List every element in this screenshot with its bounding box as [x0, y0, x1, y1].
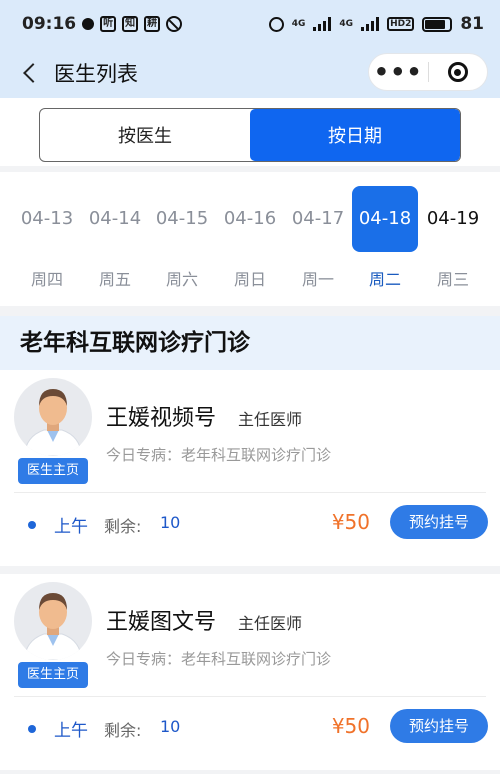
book-appointment-button[interactable]: 预约挂号: [390, 505, 488, 539]
weekday-label: 周五: [98, 270, 131, 289]
doctor-home-button[interactable]: 医生主页: [18, 458, 88, 484]
weekday-label: 周日: [233, 270, 266, 289]
remaining-label: 剩余:: [104, 721, 142, 740]
doctor-title: 主任医师: [238, 614, 303, 633]
chat-bubble-icon: [82, 18, 95, 30]
period-label: 上午: [54, 721, 88, 741]
weekday-label: 周四: [30, 270, 63, 289]
tab-bar: 按医生 按日期: [0, 98, 500, 166]
date-label: 04-13: [20, 208, 74, 229]
price: ¥50: [331, 510, 370, 534]
alarm-icon: [268, 16, 284, 32]
hd-icon: HD2: [387, 17, 415, 31]
app-notification-icon-1: 听: [100, 16, 117, 32]
network-label-1: 4G: [291, 19, 306, 29]
date-label: 04-17: [291, 208, 345, 229]
miniprogram-capsule: •••: [368, 53, 488, 91]
schedule-row: 上午 剩余: 10 ¥50 预约挂号: [0, 498, 500, 552]
schedule-row: 上午 剩余: 10 ¥50 预约挂号: [0, 702, 500, 756]
status-bar: 09:16 听 知 耕 4G 4G HD2 81: [0, 0, 500, 48]
page-title: 医生列表: [54, 62, 138, 86]
date-label: 04-16: [223, 208, 277, 229]
doctor-home-button[interactable]: 医生主页: [18, 662, 88, 688]
signal-icon-1: [313, 17, 332, 31]
date-item[interactable]: 04-13 周四: [14, 186, 80, 304]
battery-icon: [422, 16, 453, 32]
nav-bar: 医生列表 •••: [0, 48, 500, 98]
weekday-label: 周三: [436, 270, 469, 289]
back-button[interactable]: [10, 53, 50, 93]
doctor-specialty: 今日专病：老年科互联网诊疗门诊: [106, 650, 332, 668]
date-item[interactable]: 04-14 周五: [82, 186, 148, 304]
more-dots-icon: •••: [373, 58, 423, 86]
date-item[interactable]: 04-19 周三: [420, 186, 486, 304]
date-item[interactable]: 04-16 周日: [217, 186, 283, 304]
app-notification-icon-3: 耕: [144, 16, 161, 32]
doctor-card[interactable]: 医生主页 王媛图文号 主任医师 今日专病：老年科互联网诊疗门诊 上午 剩余: 1…: [0, 574, 500, 770]
target-circle-icon: [447, 62, 468, 82]
weekday-label: 周二: [368, 270, 401, 289]
close-miniprogram-button[interactable]: [428, 62, 487, 82]
doctor-specialty: 今日专病：老年科互联网诊疗门诊: [106, 446, 332, 464]
date-item[interactable]: 04-15 周六: [149, 186, 215, 304]
weekday-label: 周一: [301, 270, 334, 289]
no-disturb-icon: [166, 16, 183, 32]
date-label: 04-14: [88, 208, 142, 229]
period-label: 上午: [54, 517, 88, 537]
doctor-title: 主任医师: [238, 410, 303, 429]
card-divider: [14, 492, 486, 493]
date-selector: 04-13 周四 04-14 周五 04-15 周六 04-16 周日 04-17 周一 …: [0, 172, 500, 306]
battery-level: 81: [460, 14, 484, 34]
chevron-left-icon: [23, 63, 43, 83]
app-notification-icon-2: 知: [122, 16, 139, 32]
date-label: 04-18: [352, 186, 418, 252]
network-label-2: 4G: [339, 19, 354, 29]
period-dot-icon: [28, 725, 36, 733]
more-button[interactable]: •••: [369, 60, 428, 84]
tab-by-date[interactable]: 按日期: [250, 109, 460, 161]
remaining-count: 10: [160, 717, 181, 736]
doctor-avatar: [14, 582, 92, 660]
date-label: 04-15: [155, 208, 209, 229]
remaining-count: 10: [160, 513, 181, 532]
status-time: 09:16: [22, 14, 77, 34]
doctor-avatar: [14, 378, 92, 456]
date-item-selected[interactable]: 04-18 周二: [352, 186, 418, 304]
period-dot-icon: [28, 521, 36, 529]
segmented-control: 按医生 按日期: [39, 108, 461, 162]
doctor-card[interactable]: 医生主页 王媛视频号 主任医师 今日专病：老年科互联网诊疗门诊 上午 剩余: 1…: [0, 370, 500, 566]
department-heading: 老年科互联网诊疗门诊: [0, 316, 500, 370]
weekday-label: 周六: [165, 270, 198, 289]
price: ¥50: [331, 714, 370, 738]
tab-by-doctor[interactable]: 按医生: [40, 109, 250, 161]
signal-icon-2: [361, 17, 380, 31]
doctor-name: 王媛图文号: [106, 610, 217, 635]
date-item[interactable]: 04-17 周一: [285, 186, 351, 304]
card-divider: [14, 696, 486, 697]
book-appointment-button[interactable]: 预约挂号: [390, 709, 488, 743]
remaining-label: 剩余:: [104, 517, 142, 536]
date-label: 04-19: [426, 208, 480, 229]
doctor-name: 王媛视频号: [106, 406, 217, 431]
